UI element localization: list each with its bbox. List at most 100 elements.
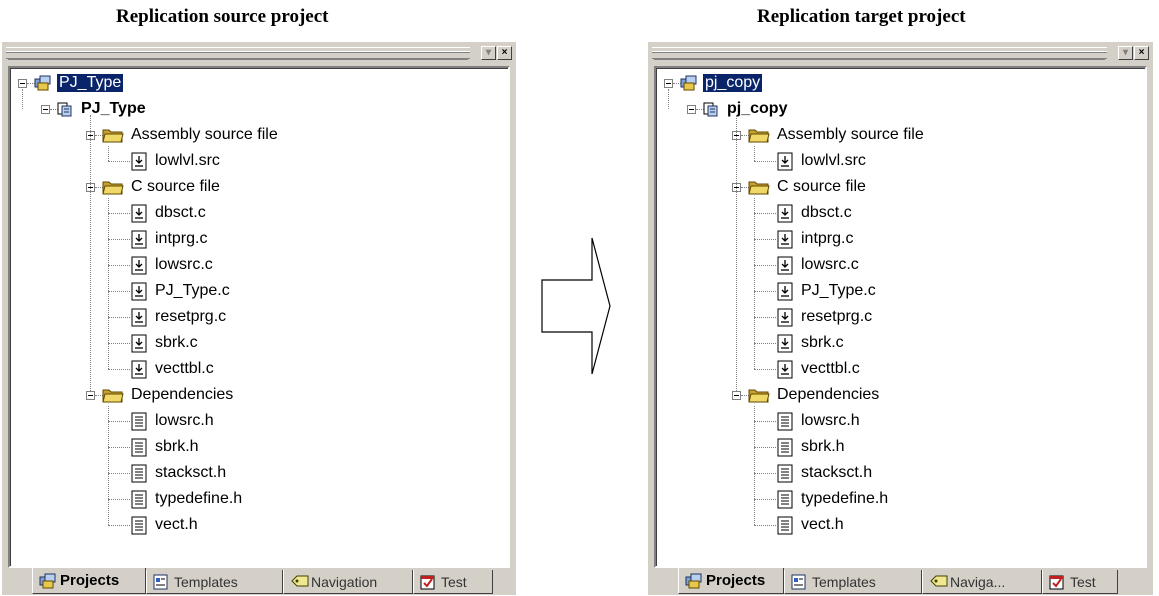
file-label: lowlvl.src xyxy=(155,152,220,169)
tab-templates[interactable]: Templates xyxy=(146,570,283,594)
dock-menu-button[interactable]: ▾ xyxy=(481,46,496,60)
file-item[interactable]: lowsrc.h xyxy=(776,410,862,432)
close-button[interactable]: × xyxy=(497,46,512,60)
close-button[interactable]: × xyxy=(1134,46,1149,60)
file-item[interactable]: resetprg.c xyxy=(776,306,874,328)
source-file-icon xyxy=(130,204,148,223)
source-file-icon xyxy=(130,334,148,353)
file-label: vect.h xyxy=(801,516,844,533)
header-file-icon xyxy=(130,516,148,535)
navigation-icon xyxy=(290,574,309,590)
workspace-label: pj_copy xyxy=(701,73,764,93)
file-item[interactable]: lowsrc.c xyxy=(776,254,861,276)
dock-menu-button[interactable]: ▾ xyxy=(1118,46,1133,60)
workspace-node[interactable]: PJ_Type xyxy=(34,72,125,94)
file-label: vecttbl.c xyxy=(801,360,860,377)
file-item[interactable]: PJ_Type.c xyxy=(130,280,232,302)
project-icon xyxy=(702,100,720,118)
file-item[interactable]: resetprg.c xyxy=(130,306,228,328)
file-label: PJ_Type.c xyxy=(155,282,230,299)
tab-navigation[interactable]: Naviga... xyxy=(922,570,1042,594)
tab-templates[interactable]: Templates xyxy=(784,570,922,594)
file-item[interactable]: vect.h xyxy=(776,514,846,536)
source-file-icon xyxy=(776,360,794,379)
file-item[interactable]: stacksct.h xyxy=(776,462,874,484)
file-label: dbsct.c xyxy=(155,204,206,221)
source-workspace-window: ▾ × PJ_Type PJ_Type Assembly source file lo… xyxy=(2,42,516,595)
file-item[interactable]: sbrk.h xyxy=(776,436,847,458)
tab-label: Naviga... xyxy=(950,573,1006,590)
file-label: lowsrc.c xyxy=(155,256,213,273)
file-item[interactable]: PJ_Type.c xyxy=(776,280,878,302)
file-item[interactable]: dbsct.c xyxy=(776,202,854,224)
file-item[interactable]: typedefine.h xyxy=(130,488,244,510)
collapse-toggle[interactable] xyxy=(18,79,27,88)
tab-label: Test xyxy=(441,573,467,590)
source-file-icon xyxy=(130,308,148,327)
collapse-toggle[interactable] xyxy=(687,105,696,114)
collapse-toggle[interactable] xyxy=(732,391,741,400)
file-label: PJ_Type.c xyxy=(801,282,876,299)
file-item[interactable]: lowsrc.h xyxy=(130,410,216,432)
file-item[interactable]: vect.h xyxy=(130,514,200,536)
file-item[interactable]: sbrk.c xyxy=(130,332,200,354)
file-label: lowlvl.src xyxy=(801,152,866,169)
collapse-toggle[interactable] xyxy=(86,391,95,400)
file-label: lowsrc.h xyxy=(801,412,860,429)
project-node[interactable]: pj_copy xyxy=(702,98,789,120)
project-tree: PJ_Type PJ_Type Assembly source file lowlvl… xyxy=(8,66,510,568)
window-titlebar[interactable]: ▾ × xyxy=(648,42,1153,64)
source-file-icon xyxy=(130,256,148,275)
source-file-icon xyxy=(130,360,148,379)
drag-grip[interactable] xyxy=(652,47,1107,59)
file-label: sbrk.h xyxy=(155,438,199,455)
tab-label: Templates xyxy=(812,573,876,590)
file-label: stacksct.h xyxy=(801,464,873,481)
file-item[interactable]: lowlvl.src xyxy=(776,150,868,172)
file-label: vecttbl.c xyxy=(155,360,214,377)
folder-node[interactable]: Assembly source file xyxy=(748,124,926,146)
tab-test[interactable]: Test xyxy=(413,570,493,594)
tab-test[interactable]: Test xyxy=(1042,570,1118,594)
file-item[interactable]: intprg.c xyxy=(776,228,855,250)
file-item[interactable]: vecttbl.c xyxy=(776,358,862,380)
file-item[interactable]: lowsrc.c xyxy=(130,254,215,276)
tab-bar: Projects Templates Navigation Test xyxy=(8,568,510,596)
project-node[interactable]: PJ_Type xyxy=(56,98,148,120)
tab-label: Navigation xyxy=(311,573,378,590)
project-tree: pj_copy pj_copy Assembly source file lowlvl… xyxy=(654,66,1147,568)
file-item[interactable]: intprg.c xyxy=(130,228,209,250)
workspace-node[interactable]: pj_copy xyxy=(680,72,764,94)
file-item[interactable]: typedefine.h xyxy=(776,488,890,510)
header-file-icon xyxy=(130,464,148,483)
header-file-icon xyxy=(130,438,148,457)
file-item[interactable]: dbsct.c xyxy=(130,202,208,224)
source-file-icon xyxy=(776,152,794,171)
test-icon xyxy=(1049,574,1067,590)
file-label: resetprg.c xyxy=(155,308,227,325)
folder-node[interactable]: Dependencies xyxy=(102,384,235,406)
header-file-icon xyxy=(776,438,794,457)
tab-projects[interactable]: Projects xyxy=(32,568,146,594)
folder-node[interactable]: C source file xyxy=(102,176,222,198)
folder-node[interactable]: Dependencies xyxy=(748,384,881,406)
drag-grip[interactable] xyxy=(6,47,470,59)
folder-node[interactable]: C source file xyxy=(748,176,868,198)
tab-navigation[interactable]: Navigation xyxy=(283,570,413,594)
collapse-toggle[interactable] xyxy=(664,79,673,88)
collapse-toggle[interactable] xyxy=(41,105,50,114)
tab-projects[interactable]: Projects xyxy=(678,568,784,594)
window-titlebar[interactable]: ▾ × xyxy=(2,42,516,64)
file-item[interactable]: lowlvl.src xyxy=(130,150,222,172)
workspace-icon xyxy=(39,573,57,589)
target-caption: Replication target project xyxy=(757,6,966,27)
source-file-icon xyxy=(776,256,794,275)
source-file-icon xyxy=(776,308,794,327)
file-item[interactable]: sbrk.c xyxy=(776,332,846,354)
file-item[interactable]: stacksct.h xyxy=(130,462,228,484)
project-icon xyxy=(56,100,74,118)
file-item[interactable]: sbrk.h xyxy=(130,436,201,458)
file-item[interactable]: vecttbl.c xyxy=(130,358,216,380)
folder-label: C source file xyxy=(131,178,220,195)
folder-node[interactable]: Assembly source file xyxy=(102,124,280,146)
